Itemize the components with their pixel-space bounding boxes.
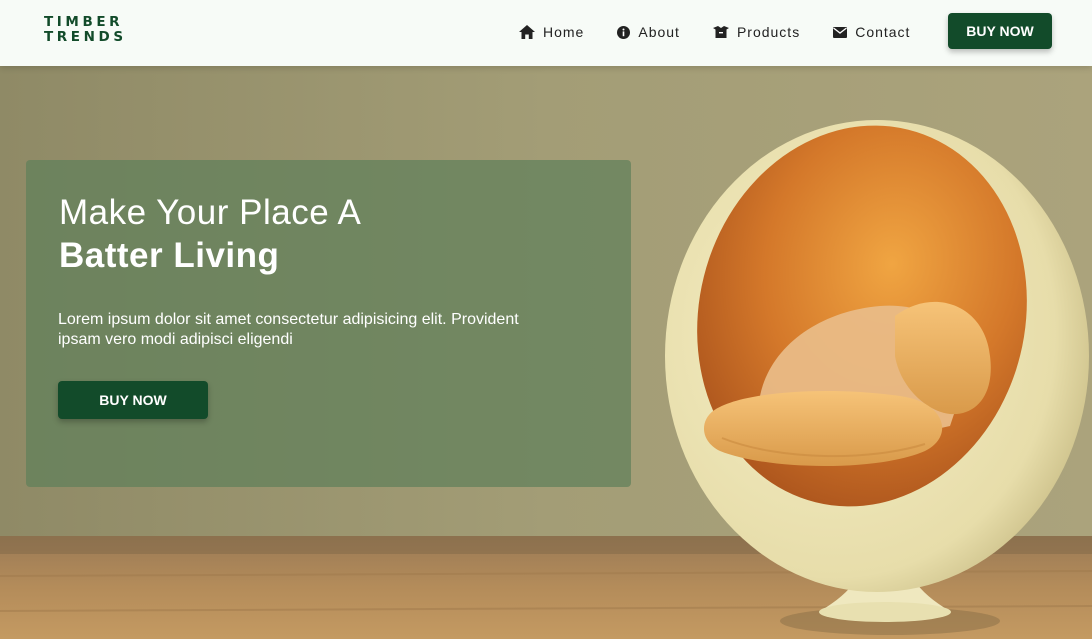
hero-card: Make Your Place A Batter Living Lorem ip… bbox=[26, 160, 631, 487]
nav-link-home[interactable]: Home bbox=[519, 24, 584, 40]
nav-link-about-label: About bbox=[638, 24, 680, 40]
nav-link-contact-label: Contact bbox=[855, 24, 911, 40]
nav-link-products[interactable]: Products bbox=[712, 24, 801, 40]
nav-buy-now-button[interactable]: BUY NOW bbox=[948, 13, 1052, 49]
nav-link-about[interactable]: About bbox=[617, 24, 680, 40]
nav-link-contact[interactable]: Contact bbox=[833, 24, 910, 40]
brand-line-1: TIMBER bbox=[44, 14, 124, 30]
navbar: TIMBER TRENDS Home About Products Contac… bbox=[0, 0, 1092, 66]
envelope-icon bbox=[833, 26, 848, 38]
nav-links: Home About Products Contact bbox=[519, 0, 910, 64]
brand-line-2: TRENDS bbox=[44, 29, 127, 45]
nav-link-products-label: Products bbox=[736, 24, 801, 40]
hero-description: Lorem ipsum dolor sit amet consectetur a… bbox=[58, 311, 519, 348]
hero-section: Make Your Place A Batter Living Lorem ip… bbox=[0, 66, 1092, 639]
home-icon bbox=[519, 25, 535, 39]
brand-logo[interactable]: TIMBER TRENDS bbox=[44, 15, 127, 45]
info-circle-icon bbox=[617, 25, 631, 39]
hero-title-line-1: Make Your Place A bbox=[59, 193, 362, 232]
hero-buy-now-button[interactable]: BUY NOW bbox=[58, 381, 208, 419]
hero-title-line-2: Batter Living bbox=[59, 236, 280, 275]
nav-link-home-label: Home bbox=[543, 24, 585, 40]
box-icon bbox=[712, 26, 729, 38]
